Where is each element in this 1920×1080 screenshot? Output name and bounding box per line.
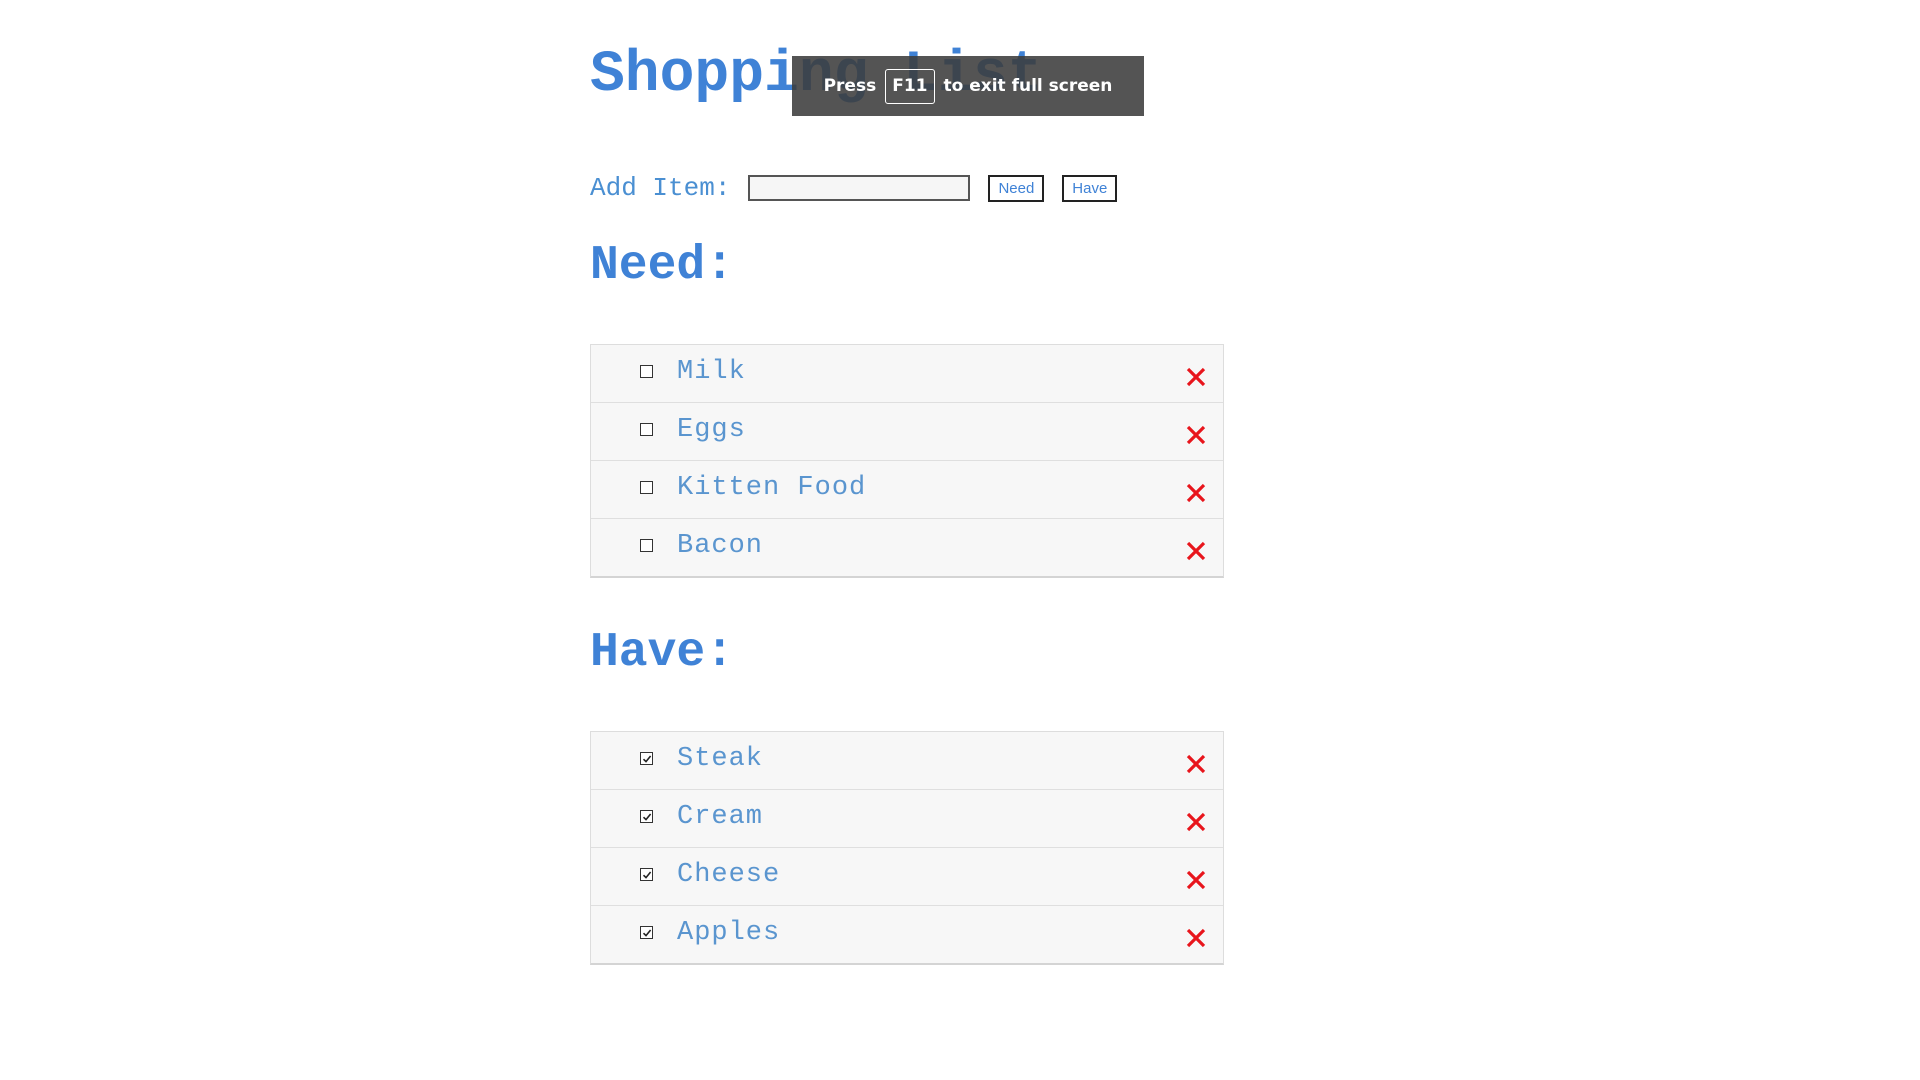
list-item-label: Bacon: [677, 531, 764, 561]
checkbox-checked-icon[interactable]: [640, 810, 653, 823]
list-item-label: Kitten Food: [677, 473, 867, 503]
list-item-label: Milk: [677, 357, 746, 387]
fullscreen-notice: Press F11 to exit full screen: [792, 56, 1144, 116]
need-list-item: Kitten Food: [591, 461, 1223, 519]
close-icon[interactable]: [1184, 481, 1208, 505]
add-item-form: Add Item: Need Have: [590, 168, 1230, 208]
add-have-button[interactable]: Have: [1062, 174, 1118, 202]
need-list-item: Milk: [591, 345, 1223, 403]
fullscreen-notice-prefix: Press: [823, 76, 877, 96]
have-list-item: Cheese: [591, 848, 1223, 906]
shopping-list-app: Shopping List Add Item: Need Have Need: …: [590, 36, 1230, 965]
have-heading: Have:: [590, 626, 735, 680]
close-icon[interactable]: [1184, 868, 1208, 892]
need-heading: Need:: [590, 239, 735, 293]
page: Shopping List Add Item: Need Have Need: …: [0, 0, 1920, 1080]
checkbox-checked-icon[interactable]: [640, 868, 653, 881]
have-list: Steak Cream Cheese Apples: [590, 731, 1224, 965]
have-list-item: Apples: [591, 906, 1223, 963]
need-list-item: Bacon: [591, 519, 1223, 576]
need-list: Milk Eggs Kitten Food Bacon: [590, 344, 1224, 578]
have-list-item: Steak: [591, 732, 1223, 790]
list-item-label: Cheese: [677, 860, 781, 890]
checkbox-checked-icon[interactable]: [640, 752, 653, 765]
checkbox-checked-icon[interactable]: [640, 926, 653, 939]
checkbox-unchecked-icon[interactable]: [640, 539, 653, 552]
add-item-label: Add Item:: [590, 173, 731, 203]
fullscreen-notice-suffix: to exit full screen: [943, 76, 1113, 96]
list-item-label: Apples: [677, 918, 781, 948]
have-list-item: Cream: [591, 790, 1223, 848]
close-icon[interactable]: [1184, 752, 1208, 776]
checkbox-unchecked-icon[interactable]: [640, 481, 653, 494]
fullscreen-notice-key: F11: [885, 68, 935, 104]
need-list-item: Eggs: [591, 403, 1223, 461]
list-item-label: Steak: [677, 744, 764, 774]
close-icon[interactable]: [1184, 810, 1208, 834]
close-icon[interactable]: [1184, 539, 1208, 563]
list-item-label: Eggs: [677, 415, 746, 445]
add-item-input[interactable]: [748, 175, 971, 201]
add-need-button[interactable]: Need: [988, 174, 1045, 202]
close-icon[interactable]: [1184, 423, 1208, 447]
close-icon[interactable]: [1184, 365, 1208, 389]
list-item-label: Cream: [677, 802, 764, 832]
checkbox-unchecked-icon[interactable]: [640, 423, 653, 436]
checkbox-unchecked-icon[interactable]: [640, 365, 653, 378]
close-icon[interactable]: [1184, 926, 1208, 950]
